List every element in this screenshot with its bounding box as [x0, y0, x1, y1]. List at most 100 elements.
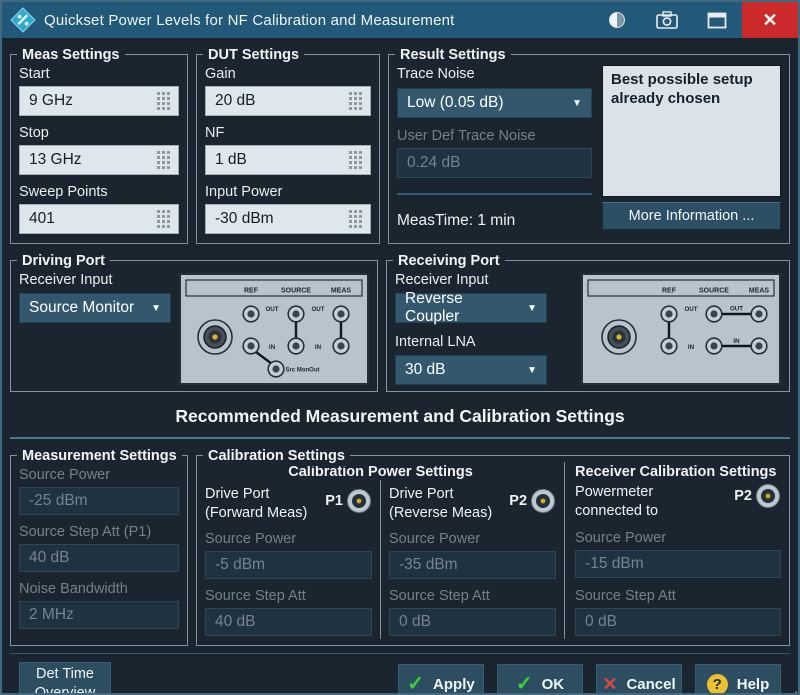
- chevron-down-icon: ▼: [519, 303, 537, 314]
- rohde-schwarz-logo-icon: [10, 7, 36, 33]
- source-power-label: Source Power: [19, 467, 179, 483]
- titlebar: Quickset Power Levels for NF Calibration…: [2, 2, 798, 38]
- source-step-att-p1-field: 40 dB: [19, 544, 179, 572]
- cal-recv-source-step-att-label: Source Step Att: [575, 588, 781, 604]
- gain-input[interactable]: 20 dB: [205, 86, 371, 116]
- user-def-trace-noise-field: 0.24 dB: [397, 148, 592, 178]
- port-connector-icon: [346, 488, 372, 514]
- measurement-settings-title: Measurement Settings: [17, 446, 182, 466]
- cross-icon: ✕: [602, 675, 617, 693]
- keypad-icon: [157, 151, 170, 169]
- receiving-receiver-input-dropdown[interactable]: Reverse Coupler ▼: [395, 293, 547, 323]
- driving-port-title: Driving Port: [17, 251, 110, 271]
- noise-bandwidth-field: 2 MHz: [19, 601, 179, 629]
- resize-grip[interactable]: [791, 687, 793, 689]
- cal-fwd-source-power-label: Source Power: [205, 531, 372, 547]
- trace-noise-label: Trace Noise: [397, 66, 592, 82]
- port-p2-label: P2: [509, 493, 527, 509]
- det-time-overview-button[interactable]: Det Time Overview: [18, 661, 112, 695]
- internal-lna-label: Internal LNA: [395, 334, 573, 350]
- close-button[interactable]: ✕: [742, 2, 798, 38]
- diagram-source-label: SOURCE: [699, 288, 729, 295]
- diagram-out-label: OUT: [730, 306, 743, 313]
- cal-fwd-source-step-att-field: 40 dB: [205, 608, 372, 636]
- contrast-circle-icon: [607, 10, 627, 30]
- more-information-button[interactable]: More Information ...: [602, 202, 781, 230]
- cal-fwd-source-power-field: -5 dBm: [205, 551, 372, 579]
- diagram-meas-label: MEAS: [749, 288, 770, 295]
- port-connector-icon: [755, 483, 781, 509]
- internal-lna-dropdown[interactable]: 30 dB ▼: [395, 355, 547, 385]
- diagram-out-label: OUT: [684, 306, 697, 313]
- source-step-att-p1-label: Source Step Att (P1): [19, 524, 179, 540]
- connector-amber-pin: [212, 334, 217, 339]
- diagram-in-label: IN: [688, 344, 695, 351]
- connector-amber-pin: [616, 334, 621, 339]
- calibration-power-settings-header: Calibration Power Settings: [197, 464, 564, 480]
- cal-rev-source-power-label: Source Power: [389, 531, 556, 547]
- cal-column-forward: Drive Port (Forward Meas) P1: [197, 480, 380, 639]
- powermeter-connected-heading: Powermeter connected to: [575, 483, 734, 521]
- source-power-field: -25 dBm: [19, 487, 179, 515]
- ok-button[interactable]: ✓ OK: [496, 663, 584, 695]
- cal-column-receiver: Receiver Calibration Settings Powermeter…: [564, 462, 789, 639]
- cal-rev-source-step-att-field: 0 dB: [389, 608, 556, 636]
- gain-label: Gain: [205, 66, 371, 82]
- cal-rev-source-step-att-label: Source Step Att: [389, 588, 556, 604]
- diagram-in-label: IN: [733, 338, 740, 345]
- keypad-icon: [157, 210, 170, 228]
- cancel-button[interactable]: ✕ Cancel: [595, 663, 683, 695]
- cal-fwd-source-step-att-label: Source Step Att: [205, 588, 372, 604]
- nf-input[interactable]: 1 dB: [205, 145, 371, 175]
- meas-settings-group: Meas Settings Start 9 GHz Stop 13 GHz: [10, 54, 188, 244]
- trace-noise-dropdown[interactable]: Low (0.05 dB) ▼: [397, 88, 592, 118]
- dim-toggle-button[interactable]: [592, 2, 642, 38]
- receiving-port-group: Receiving Port Receiver Input Reverse Co…: [386, 260, 790, 392]
- diagram-out-label: OUT: [265, 306, 278, 313]
- recommended-settings-heading: Recommended Measurement and Calibration …: [10, 406, 790, 427]
- nf-label: NF: [205, 125, 371, 141]
- cal-recv-source-power-label: Source Power: [575, 530, 781, 546]
- maximize-button[interactable]: [692, 2, 742, 38]
- diagram-out-label: OUT: [311, 306, 324, 313]
- receiving-port-diagram: REF SOURCE MEAS: [581, 273, 781, 385]
- help-button[interactable]: ? Help: [694, 663, 782, 695]
- dut-settings-group: DUT Settings Gain 20 dB NF 1 dB: [196, 54, 380, 244]
- start-input[interactable]: 9 GHz: [19, 86, 179, 116]
- keypad-icon: [349, 92, 362, 110]
- input-power-input[interactable]: -30 dBm: [205, 204, 371, 234]
- chevron-down-icon: ▼: [519, 365, 537, 376]
- apply-button[interactable]: ✓ Apply: [397, 663, 485, 695]
- noise-bandwidth-label: Noise Bandwidth: [19, 581, 179, 597]
- drive-port-forward-heading: Drive Port (Forward Meas): [205, 485, 325, 523]
- input-power-label: Input Power: [205, 184, 371, 200]
- cal-column-reverse: Drive Port (Reverse Meas) P2: [380, 480, 564, 639]
- receiving-receiver-input-label: Receiver Input: [395, 272, 573, 288]
- sweep-points-label: Sweep Points: [19, 184, 179, 200]
- stop-input[interactable]: 13 GHz: [19, 145, 179, 175]
- port-connector-icon: [530, 488, 556, 514]
- close-icon: ✕: [762, 11, 777, 29]
- camera-icon: [656, 11, 678, 29]
- receiver-calibration-settings-header: Receiver Calibration Settings: [575, 464, 781, 480]
- cal-recv-source-step-att-field: 0 dB: [575, 608, 781, 636]
- calibration-settings-title: Calibration Settings: [203, 446, 350, 466]
- screenshot-button[interactable]: [642, 2, 692, 38]
- keypad-icon: [157, 92, 170, 110]
- footer-bar: Det Time Overview ✓ Apply ✓ OK ✕ Cancel …: [10, 653, 790, 695]
- sweep-points-input[interactable]: 401: [19, 204, 179, 234]
- question-mark-icon: ?: [707, 674, 728, 695]
- measurement-settings-group: Measurement Settings Source Power -25 dB…: [10, 455, 188, 646]
- start-label: Start: [19, 66, 179, 82]
- driving-receiver-input-dropdown[interactable]: Source Monitor ▼: [19, 293, 171, 323]
- divider: [10, 437, 790, 439]
- diagram-meas-label: MEAS: [331, 288, 352, 295]
- diagram-ref-label: REF: [662, 288, 677, 295]
- dut-settings-title: DUT Settings: [203, 45, 304, 65]
- diagram-src-mon-label: Src MonOut: [286, 368, 320, 374]
- diagram-source-label: SOURCE: [281, 288, 311, 295]
- meas-settings-title: Meas Settings: [17, 45, 125, 65]
- stop-label: Stop: [19, 125, 179, 141]
- setup-info-box: Best possible setup already chosen: [602, 65, 781, 197]
- driving-port-group: Driving Port Receiver Input Source Monit…: [10, 260, 378, 392]
